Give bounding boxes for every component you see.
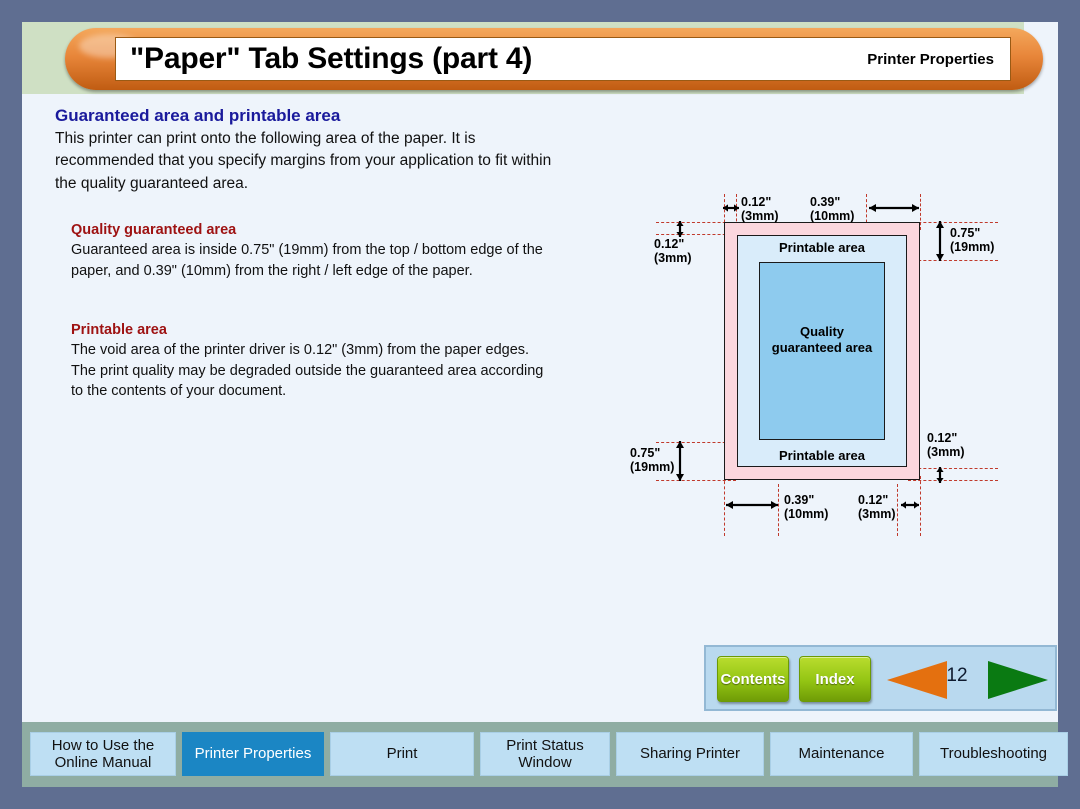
tab-maintenance[interactable]: Maintenance	[770, 732, 913, 776]
quality-label-line1: Quality	[799, 324, 845, 339]
dimension-value-inch: 0.75"	[950, 226, 981, 240]
dimension-label-left-bottom: 0.75" (19mm)	[630, 446, 675, 474]
printable-area-rect: Printable area Printable area Quality gu…	[737, 235, 907, 467]
printable-area-label-top: Printable area	[779, 240, 865, 255]
bottom-tab-band: How to Use the Online Manual Printer Prop…	[22, 722, 1068, 787]
guide-line-h	[908, 222, 998, 223]
printable-area-diagram: Printable area Printable area Quality gu…	[612, 194, 1032, 554]
dimension-label-bottom-right: 0.12" (3mm)	[858, 493, 896, 521]
guide-line-h	[656, 480, 736, 481]
navigation-panel: Contents Index 12	[704, 645, 1057, 711]
dimension-arrow-left-top	[674, 220, 686, 238]
tab-label-line1: Sharing Printer	[639, 745, 741, 763]
printable-area-label-bottom: Printable area	[779, 448, 865, 463]
tab-how-to-use-the-online-manual[interactable]: How to Use the Online Manual	[30, 732, 176, 776]
dimension-value-mm: (3mm)	[927, 444, 965, 459]
page-number: 12	[946, 665, 968, 686]
section-label: Printer Properties	[867, 50, 994, 68]
page-title: "Paper" Tab Settings (part 4)	[130, 42, 533, 75]
tab-label-line1: Print	[386, 745, 418, 763]
contents-button[interactable]: Contents	[717, 656, 789, 702]
dimension-arrow-bottom-right	[899, 499, 921, 511]
dimension-value-inch: 0.39"	[810, 195, 841, 209]
section-printable-area: Printable area The void area of the prin…	[71, 322, 551, 402]
dimension-value-inch: 0.12"	[927, 431, 958, 445]
bottom-tab-bar: How to Use the Online Manual Printer Prop…	[30, 732, 1068, 776]
dimension-arrow-top-right	[868, 202, 920, 214]
dimension-value-inch: 0.12"	[654, 237, 685, 251]
quality-label-line2: guaranteed area	[771, 340, 873, 356]
tab-troubleshooting[interactable]: Troubleshooting	[919, 732, 1068, 776]
dimension-label-left-top: 0.12" (3mm)	[654, 237, 692, 265]
dimension-arrow-top-left	[722, 202, 740, 214]
dimension-label-top-left: 0.12" (3mm)	[741, 195, 779, 223]
content-area: Guaranteed area and printable area This …	[22, 94, 1058, 722]
dimension-value-inch: 0.12"	[858, 493, 889, 507]
section-quality-guaranteed-area: Quality guaranteed area Guaranteed area …	[71, 222, 551, 281]
dimension-value-inch: 0.75"	[630, 446, 661, 460]
tab-label-line2: Window	[518, 754, 572, 771]
dimension-value-inch: 0.12"	[741, 195, 772, 209]
dimension-arrow-bottom-left	[724, 499, 780, 511]
dimension-value-mm: (19mm)	[950, 239, 995, 254]
quality-guaranteed-area-label: Quality guaranteed area	[738, 324, 906, 357]
section-body: The void area of the printer driver is 0…	[71, 342, 544, 400]
dimension-value-mm: (3mm)	[654, 250, 692, 265]
guide-line-v	[897, 484, 898, 536]
section-body: Guaranteed area is inside 0.75" (19mm) f…	[71, 242, 543, 279]
dimension-arrow-right-top	[934, 220, 946, 262]
right-triangle-icon	[988, 661, 1048, 699]
dimension-value-mm: (10mm)	[784, 506, 829, 521]
lead-body: This printer can print onto the followin…	[55, 130, 552, 192]
tab-label-line1: Troubleshooting	[939, 745, 1047, 763]
section-heading: Quality guaranteed area	[71, 222, 237, 238]
dimension-value-inch: 0.39"	[784, 493, 815, 507]
dimension-value-mm: (10mm)	[810, 208, 855, 223]
tab-printer-properties[interactable]: Printer Properties	[182, 732, 324, 776]
dimension-value-mm: (19mm)	[630, 459, 675, 474]
tab-print[interactable]: Print	[330, 732, 474, 776]
tab-label-line1: Maintenance	[798, 745, 885, 763]
dimension-arrow-left-bottom	[674, 440, 686, 482]
page-sheet: "Paper" Tab Settings (part 4) Printer Pr…	[22, 22, 1058, 722]
tab-label-line1: How to Use the	[51, 736, 155, 754]
tab-label-line2: Online Manual	[54, 754, 152, 771]
dimension-arrow-right-bottom	[934, 466, 946, 484]
dimension-label-right-bottom: 0.12" (3mm)	[927, 431, 965, 459]
dimension-label-bottom-left: 0.39" (10mm)	[784, 493, 829, 521]
tab-label-line1: Printer Properties	[194, 745, 312, 763]
dimension-value-mm: (3mm)	[858, 506, 896, 521]
guide-line-v	[920, 194, 921, 230]
dimension-label-top-right: 0.39" (10mm)	[810, 195, 855, 223]
lead-heading: Guaranteed area and printable area	[55, 106, 341, 125]
tab-print-status-window[interactable]: Print Status Window	[480, 732, 610, 776]
guide-line-h	[908, 260, 998, 261]
title-pill: "Paper" Tab Settings (part 4) Printer Pr…	[65, 28, 1043, 90]
tab-label-line1: Print Status	[506, 736, 584, 754]
tab-sharing-printer[interactable]: Sharing Printer	[616, 732, 764, 776]
paper-rect: Printable area Printable area Quality gu…	[724, 222, 920, 480]
index-button[interactable]: Index	[799, 656, 871, 702]
dimension-value-mm: (3mm)	[741, 208, 779, 223]
guide-line-h	[908, 468, 998, 469]
section-heading: Printable area	[71, 322, 167, 338]
dimension-label-right-top: 0.75" (19mm)	[950, 226, 995, 254]
guide-line-h	[908, 480, 998, 481]
title-plate: "Paper" Tab Settings (part 4) Printer Pr…	[115, 37, 1011, 81]
next-page-button[interactable]	[987, 659, 1049, 706]
